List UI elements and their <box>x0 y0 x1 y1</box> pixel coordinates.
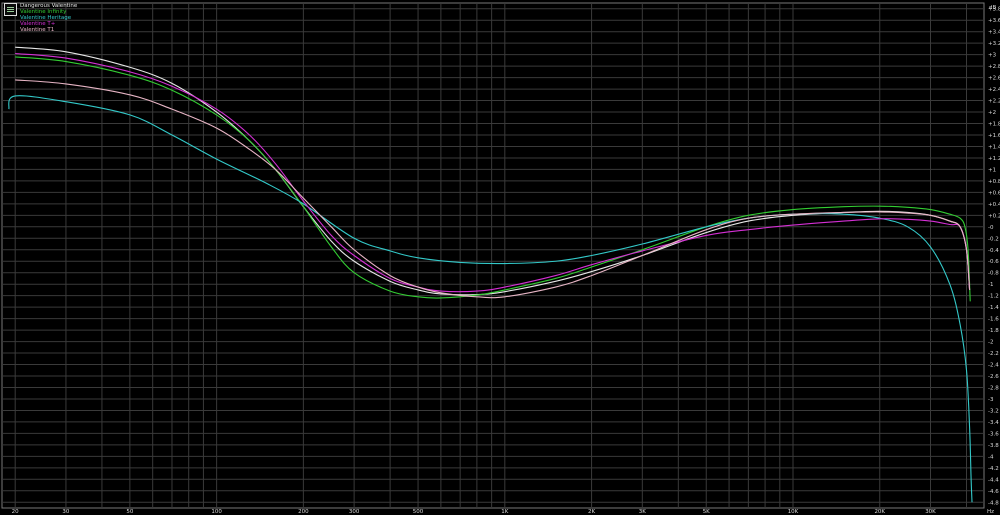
y-tick-label: -3.6 <box>988 431 999 437</box>
x-tick-label: 3K <box>639 509 646 515</box>
x-tick-label: 1K <box>501 509 508 515</box>
y-tick-label: -0 <box>988 225 994 231</box>
legend-icon <box>4 3 17 16</box>
legend-items: Dangerous Valentine Valentine Infinity Val… <box>20 3 77 33</box>
y-tick-label: -1.6 <box>988 317 999 323</box>
y-tick-label: +2 <box>988 110 996 116</box>
y-tick-label: +1 <box>988 167 996 173</box>
y-tick-label: -0.8 <box>988 271 999 277</box>
y-tick-label: -0.4 <box>988 248 999 254</box>
y-tick-label: +2.6 <box>988 76 1000 82</box>
y-tick-label: -2.2 <box>988 351 999 357</box>
y-tick-label: -3.8 <box>988 443 999 449</box>
y-tick-label: -2.6 <box>988 374 999 380</box>
x-tick-label: 5K <box>703 509 710 515</box>
y-tick-label: -3.4 <box>988 420 999 426</box>
y-tick-label: -0.6 <box>988 259 999 265</box>
x-tick-label: 2K <box>588 509 595 515</box>
y-tick-label: +0.6 <box>988 190 1000 196</box>
x-tick-label: 300 <box>349 509 360 515</box>
frequency-response-chart: +3.8+3.6+3.4+3.2+3+2.8+2.6+2.4+2.2+2+1.8… <box>0 0 1000 515</box>
y-tick-label: +2.4 <box>988 87 1000 93</box>
y-tick-label: -3 <box>988 397 994 403</box>
y-tick-label: -2 <box>988 340 993 346</box>
x-tick-label: 200 <box>298 509 309 515</box>
x-tick-label: 10K <box>788 509 799 515</box>
y-tick-label: -4.8 <box>988 500 999 506</box>
y-tick-label: -4.4 <box>988 477 999 483</box>
y-tick-label: -4 <box>988 454 994 460</box>
x-tick-label: 20K <box>874 509 885 515</box>
y-tick-label: -4.6 <box>988 489 999 495</box>
legend-item: Valentine T1 <box>20 27 55 33</box>
y-tick-label: -1 <box>988 282 993 288</box>
x-axis-unit-label: Hz <box>987 509 994 515</box>
y-tick-label: +2.2 <box>988 99 1000 105</box>
x-tick-label: 100 <box>211 509 222 515</box>
y-tick-label: -0.2 <box>988 236 999 242</box>
y-tick-label: +1.6 <box>988 133 1000 139</box>
y-tick-label: +3 <box>988 53 997 59</box>
x-tick-label: 30 <box>62 509 69 515</box>
y-tick-label: +2.8 <box>988 64 1000 70</box>
y-tick-label: +1.4 <box>988 144 1000 150</box>
y-tick-label: +1.2 <box>988 156 1000 162</box>
y-tick-label: -3.2 <box>988 408 999 414</box>
y-tick-label: -1.2 <box>988 294 999 300</box>
x-tick-label: 500 <box>413 509 424 515</box>
y-tick-label: +0.2 <box>988 213 1000 219</box>
y-tick-label: -2.4 <box>988 363 999 369</box>
y-tick-label: -2.8 <box>988 385 999 391</box>
y-tick-label: +3.6 <box>988 18 1000 24</box>
y-tick-label: -1.8 <box>988 328 999 334</box>
y-tick-label: -1.4 <box>988 305 999 311</box>
x-tick-label: 50 <box>126 509 133 515</box>
y-tick-label: +0.8 <box>988 179 1000 185</box>
y-tick-label: +1.8 <box>988 122 1000 128</box>
x-tick-label: 20 <box>12 509 19 515</box>
y-tick-label: -4.2 <box>988 466 999 472</box>
x-tick-label: 30K <box>925 509 936 515</box>
y-axis-unit-label: dB <box>989 5 996 11</box>
y-tick-label: +0.4 <box>988 202 1000 208</box>
y-tick-label: +3.4 <box>988 30 1000 36</box>
y-tick-label: +3.2 <box>988 41 1000 47</box>
